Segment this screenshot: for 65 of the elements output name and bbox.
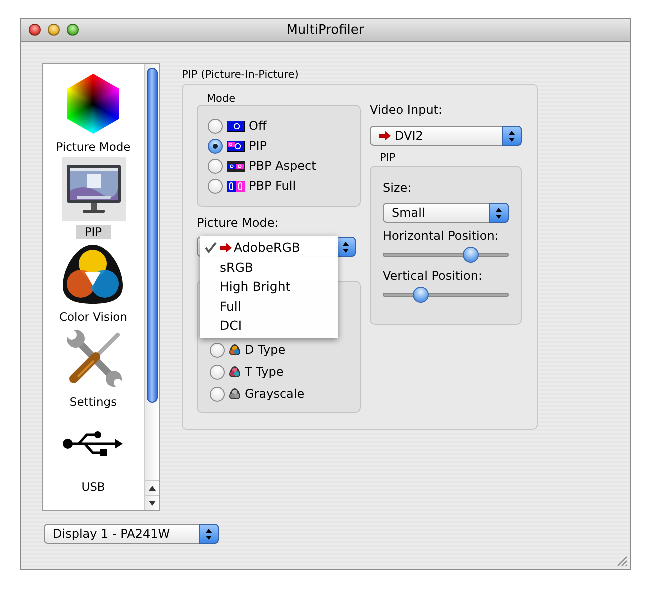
field-label: Video Input: — [370, 103, 444, 117]
layout-mode-icon — [227, 180, 245, 192]
group-title: PIP (Picture-In-Picture) — [182, 69, 300, 81]
layout-mode-icon — [227, 120, 245, 132]
sidebar-item-label[interactable]: PIP — [76, 225, 112, 239]
slider-thumb[interactable] — [412, 287, 429, 303]
radio-button[interactable] — [208, 158, 223, 174]
group-title: PIP — [380, 152, 397, 164]
slider-label: Vertical Position: — [383, 269, 484, 283]
radio-button[interactable] — [210, 364, 225, 380]
radio-button[interactable] — [208, 138, 223, 154]
up-down-arrows-icon — [341, 240, 351, 254]
radio-label[interactable]: Grayscale — [245, 387, 305, 401]
sidebar-item-label[interactable]: Picture Mode — [50, 140, 137, 154]
menu-item[interactable]: High Bright — [200, 277, 338, 296]
scroll-thumb[interactable] — [146, 68, 158, 403]
window-title: MultiProfiler — [286, 22, 364, 38]
down-arrow-icon — [148, 500, 156, 506]
slider-label: Horizontal Position: — [383, 229, 500, 243]
usb-symbol-icon — [62, 431, 124, 457]
zoom-button[interactable] — [67, 24, 79, 36]
sidebar-item-label[interactable]: Settings — [64, 395, 124, 409]
menu-item[interactable]: sRGB — [200, 258, 338, 277]
color-circles-icon — [229, 388, 241, 400]
right-arrow-icon — [379, 131, 391, 141]
field-label: Picture Mode: — [197, 216, 280, 230]
radio-button[interactable] — [210, 386, 225, 402]
up-down-arrows-icon — [494, 206, 504, 220]
up-down-arrows-icon — [204, 528, 214, 540]
slider-track[interactable] — [383, 287, 509, 303]
radio-label[interactable]: D Type — [245, 343, 286, 357]
sidebar-item-label[interactable]: Color Vision — [53, 310, 134, 324]
radio-label[interactable]: PBP Full — [249, 179, 296, 193]
radio-label[interactable]: Off — [249, 119, 267, 133]
menu-item[interactable]: DCI — [200, 316, 338, 336]
sidebar-item[interactable] — [62, 157, 126, 221]
slider-thumb[interactable] — [463, 247, 480, 263]
color-circles-icon — [229, 366, 241, 378]
up-arrow-icon — [148, 486, 156, 490]
radio-label[interactable]: T Type — [245, 365, 284, 379]
layout-mode-icon — [227, 160, 245, 172]
up-down-arrows-icon — [507, 130, 517, 142]
radio-label[interactable]: PBP Aspect — [249, 159, 316, 173]
radio-label[interactable]: PIP — [249, 139, 268, 153]
minimize-button[interactable] — [48, 24, 60, 36]
video-input-popup[interactable]: DVI2 — [370, 126, 522, 146]
radio-button[interactable] — [210, 342, 225, 358]
close-button[interactable] — [29, 24, 41, 36]
sidebar-item[interactable] — [61, 242, 126, 306]
layout-mode-icon — [227, 140, 245, 152]
scroll-bar[interactable] — [144, 64, 159, 510]
color-circles-icon — [229, 344, 241, 356]
monitor-icon — [64, 163, 122, 215]
display-popup[interactable]: Display 1 - PA241W — [44, 524, 219, 544]
menu-item[interactable]: Full — [200, 296, 338, 316]
size-popup[interactable]: Small — [383, 203, 509, 223]
menu-item[interactable]: AdobeRGB — [200, 238, 338, 258]
radio-button[interactable] — [208, 178, 223, 194]
color-circles-icon — [61, 242, 126, 306]
slider-track[interactable] — [383, 247, 509, 263]
group-title: Mode — [207, 93, 237, 105]
sidebar-item-label[interactable]: USB — [76, 480, 112, 494]
resize-grip-icon — [617, 556, 628, 567]
field-label: Size: — [383, 181, 413, 195]
radio-button[interactable] — [208, 118, 223, 134]
